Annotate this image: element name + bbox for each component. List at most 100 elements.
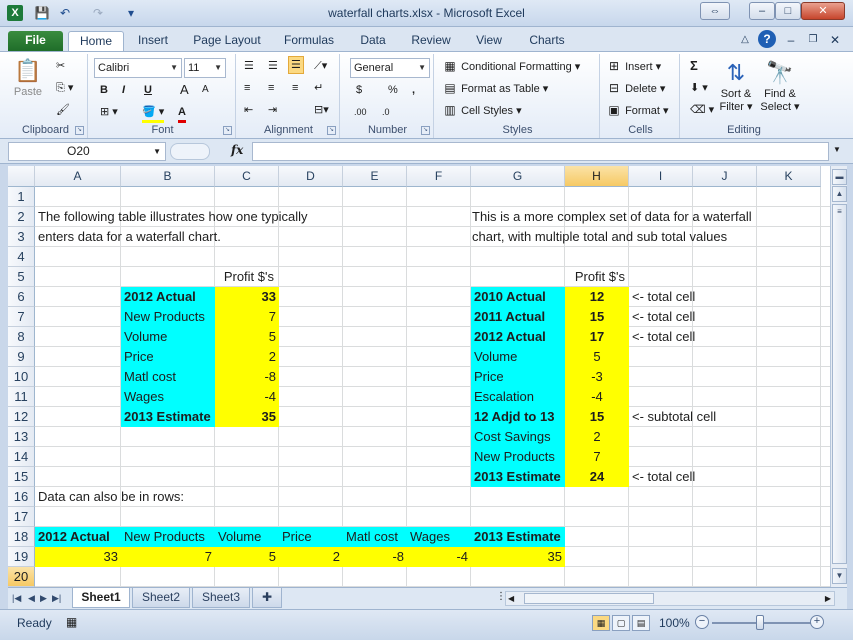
right-table-value[interactable]: 15	[565, 307, 629, 327]
fill-icon[interactable]: ⬇ ▾	[690, 80, 708, 96]
macro-record-icon[interactable]: ▦	[66, 615, 77, 629]
fill-color-icon[interactable]: 🪣 ▾	[142, 104, 165, 123]
expand-formula-bar-icon[interactable]: ▼	[833, 145, 841, 154]
doc-minimize-icon[interactable]: –	[784, 31, 798, 51]
format-cells-button[interactable]: ▣ Format ▾	[606, 102, 668, 119]
row-table-label[interactable]: Wages	[407, 527, 471, 547]
zoom-level[interactable]: 100%	[659, 616, 690, 630]
left-table-value[interactable]: 33	[215, 287, 279, 307]
column-header-j[interactable]: J	[693, 166, 757, 187]
cut-icon[interactable]: ✂	[56, 58, 65, 74]
right-intro-line-2[interactable]: chart, with multiple total and sub total…	[469, 227, 730, 247]
row-header-13[interactable]: 13	[8, 427, 35, 447]
scroll-down-icon[interactable]: ▼	[832, 568, 847, 584]
font-name-combo[interactable]: Calibri ▼	[94, 58, 182, 78]
row-table-value[interactable]: 2	[279, 547, 343, 567]
row-table-value[interactable]: 35	[471, 547, 565, 567]
column-header-a[interactable]: A	[35, 166, 121, 187]
left-table-label[interactable]: Wages	[121, 387, 215, 407]
copy-icon[interactable]: ⎘ ▾	[56, 80, 73, 96]
right-table-value[interactable]: 24	[565, 467, 629, 487]
right-table-label[interactable]: New Products	[471, 447, 565, 467]
zoom-out-button[interactable]: −	[695, 615, 709, 629]
right-table-label[interactable]: 2011 Actual	[471, 307, 565, 327]
column-header-f[interactable]: F	[407, 166, 471, 187]
italic-button[interactable]: I	[122, 82, 125, 98]
font-launcher-icon[interactable]: ↘	[223, 126, 232, 135]
right-table-value[interactable]: 7	[565, 447, 629, 467]
insert-cells-button[interactable]: ⊞ Insert ▾	[606, 58, 661, 75]
right-intro-line-1[interactable]: This is a more complex set of data for a…	[469, 207, 755, 227]
sheet-tab-sheet2[interactable]: Sheet2	[132, 588, 190, 608]
name-box[interactable]: O20 ▼	[8, 142, 166, 161]
left-table-value[interactable]: 5	[215, 327, 279, 347]
column-header-c[interactable]: C	[215, 166, 279, 187]
rows-note[interactable]: Data can also be in rows:	[35, 487, 187, 507]
zoom-in-button[interactable]: +	[810, 615, 824, 629]
comma-button[interactable]: ,	[412, 82, 415, 98]
left-table-value[interactable]: -8	[215, 367, 279, 387]
right-table-value[interactable]: -4	[565, 387, 629, 407]
row-table-value[interactable]: -4	[407, 547, 471, 567]
row-table-value[interactable]: 5	[215, 547, 279, 567]
find-select-button[interactable]: 🔭 Find & Select ▾	[760, 58, 800, 114]
row-header-7[interactable]: 7	[8, 307, 35, 327]
row-header-1[interactable]: 1	[8, 187, 35, 207]
font-color-button[interactable]: A	[178, 104, 186, 123]
column-header-b[interactable]: B	[121, 166, 215, 187]
left-table-label[interactable]: Price	[121, 347, 215, 367]
insert-sheet-icon[interactable]: ✚	[252, 588, 282, 608]
format-painter-icon[interactable]: 🖌	[56, 102, 70, 118]
last-sheet-icon[interactable]: ▶|	[52, 593, 61, 604]
left-profit-header[interactable]: Profit $'s	[213, 267, 277, 287]
horizontal-scrollbar[interactable]: ◀ ▶	[505, 591, 835, 606]
decrease-indent-icon[interactable]: ⇤	[244, 102, 253, 118]
right-table-label[interactable]: 2013 Estimate	[471, 467, 565, 487]
tab-file[interactable]: File	[8, 31, 63, 51]
align-left-icon[interactable]: ≡	[244, 80, 250, 96]
row-header-14[interactable]: 14	[8, 447, 35, 467]
tab-insert[interactable]: Insert	[130, 31, 176, 51]
right-table-value[interactable]: -3	[565, 367, 629, 387]
column-header-h[interactable]: H	[565, 166, 629, 187]
row-header-10[interactable]: 10	[8, 367, 35, 387]
split-box-icon[interactable]: ▬	[832, 169, 847, 185]
row-table-label[interactable]: New Products	[121, 527, 215, 547]
increase-indent-icon[interactable]: ⇥	[268, 102, 277, 118]
percent-button[interactable]: %	[388, 82, 398, 98]
close-button[interactable]: ✕	[801, 2, 845, 20]
row-table-label[interactable]: 2013 Estimate	[471, 527, 565, 547]
align-top-icon[interactable]: ☰	[244, 58, 254, 74]
right-table-label[interactable]: Escalation	[471, 387, 565, 407]
scroll-thumb[interactable]: ≡	[832, 204, 847, 564]
row-header-8[interactable]: 8	[8, 327, 35, 347]
row-header-12[interactable]: 12	[8, 407, 35, 427]
align-middle-icon[interactable]: ☰	[268, 58, 278, 74]
left-table-label[interactable]: Volume	[121, 327, 215, 347]
formula-input[interactable]	[252, 142, 829, 161]
sort-filter-button[interactable]: ⇅ Sort & Filter ▾	[716, 58, 756, 114]
left-table-value[interactable]: 7	[215, 307, 279, 327]
tab-home[interactable]: Home	[68, 31, 124, 51]
row-header-20[interactable]: 20	[8, 567, 35, 587]
autosum-button[interactable]: Σ	[690, 58, 698, 74]
number-format-combo[interactable]: General ▼	[350, 58, 430, 78]
row-table-label[interactable]: Matl cost	[343, 527, 407, 547]
right-table-value[interactable]: 15	[565, 407, 629, 427]
row-header-19[interactable]: 19	[8, 547, 35, 567]
left-intro-line-2[interactable]: enters data for a waterfall chart.	[35, 227, 224, 247]
maximize-button[interactable]: □	[775, 2, 801, 20]
format-as-table-button[interactable]: ▤ Format as Table ▾	[442, 80, 548, 97]
right-table-note[interactable]: <- total cell	[629, 307, 779, 327]
right-table-value[interactable]: 5	[565, 347, 629, 367]
merge-center-icon[interactable]: ⊟▾	[314, 102, 329, 118]
right-table-note[interactable]: <- total cell	[629, 287, 779, 307]
row-header-17[interactable]: 17	[8, 507, 35, 527]
increase-decimal-button[interactable]: .00	[354, 104, 367, 120]
row-header-11[interactable]: 11	[8, 387, 35, 407]
first-sheet-icon[interactable]: |◀	[12, 593, 21, 604]
bold-button[interactable]: B	[100, 82, 108, 98]
left-table-label[interactable]: New Products	[121, 307, 215, 327]
currency-button[interactable]: $	[356, 82, 362, 98]
decrease-decimal-button[interactable]: .0	[382, 104, 390, 120]
